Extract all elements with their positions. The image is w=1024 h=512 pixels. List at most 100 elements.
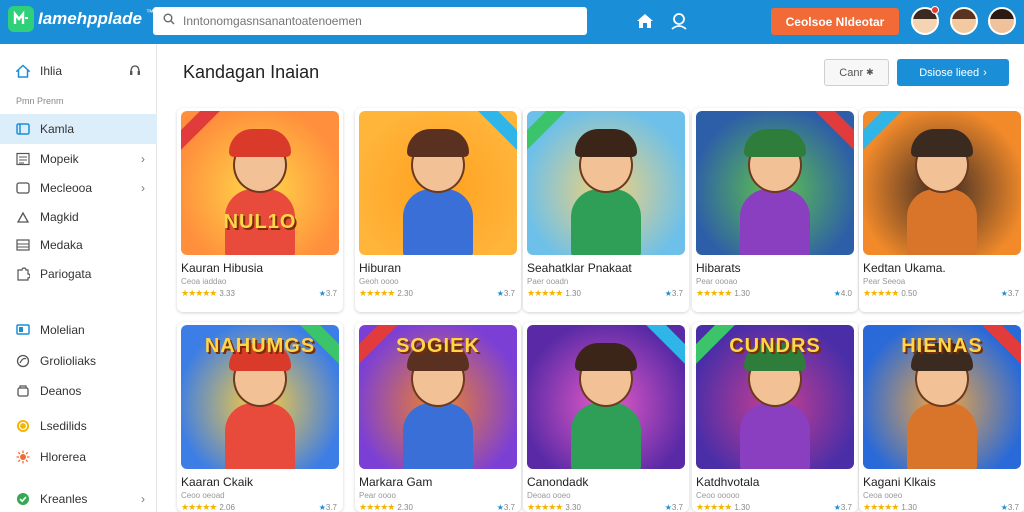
game-art-title: HIENAS: [901, 335, 983, 357]
game-thumbnail[interactable]: [696, 111, 854, 255]
rating-right: ★3.7: [497, 503, 515, 512]
headset-icon[interactable]: [129, 64, 141, 79]
chevron-right-icon: ›: [141, 181, 145, 195]
rating-value: 2.30: [397, 289, 413, 298]
sidebar-item-2[interactable]: Mecleooa ›: [0, 173, 157, 203]
sidebar-item-0[interactable]: Kamla: [0, 114, 157, 144]
rating-left: ★★★★★ 3.30: [527, 502, 581, 512]
game-card[interactable]: CUNDRS Katdhvotala Ceoo ooooo ★★★★★ 1.30 ★3.7: [692, 322, 858, 512]
star-icon: ★: [1000, 503, 1008, 512]
star-icon: ★: [496, 289, 504, 298]
game-card[interactable]: Canondadk Deoao ooeo ★★★★★ 3.30 ★3.7: [523, 322, 689, 512]
home-icon[interactable]: [634, 10, 656, 32]
rating-left: ★★★★★ 2.30: [359, 288, 413, 299]
sidebar-item-6[interactable]: Molelian: [0, 315, 157, 345]
character-figure: [225, 403, 295, 469]
sidebar-item-8[interactable]: Deanos: [0, 376, 157, 406]
game-thumbnail[interactable]: NUL1O: [181, 111, 339, 255]
cta-button[interactable]: Ceolsoe Nldeotar: [771, 8, 899, 35]
game-title: Canondadk: [527, 475, 589, 489]
sidebar-item-label: Molelian: [40, 323, 85, 337]
game-card[interactable]: Hibarats Pear oooao ★★★★★ 1.30 ★4.0: [692, 108, 858, 312]
rating-value: 3.33: [219, 289, 235, 298]
game-thumbnail[interactable]: HIENAS: [863, 325, 1021, 469]
sidebar-item-home[interactable]: Ihlia: [0, 56, 157, 86]
search-box[interactable]: [153, 7, 587, 35]
game-art-title: NAHUMGS: [204, 335, 316, 357]
rating-score: 3.7: [503, 289, 515, 298]
search-input[interactable]: [183, 14, 563, 28]
page-title: Kandagan Inaian: [183, 62, 320, 82]
game-title: Markara Gam: [359, 475, 433, 489]
star-rating-icon: ★★★★★: [696, 502, 732, 512]
rating-value: 3.30: [565, 503, 581, 512]
game-card[interactable]: Seahatklar Pnakaat Paer ooadn ★★★★★ 1.30 ★3.…: [523, 108, 689, 312]
sidebar-item-1[interactable]: Mopeik ›: [0, 144, 157, 174]
secondary-button-label: Canr: [839, 66, 864, 79]
star-rating-icon: ★★★★★: [181, 288, 217, 298]
game-thumbnail[interactable]: SOGIEK: [359, 325, 517, 469]
avatar[interactable]: [988, 7, 1016, 35]
secondary-button[interactable]: Canr ✱: [824, 59, 889, 86]
rating-left: ★★★★★ 3.33: [181, 288, 235, 299]
game-card[interactable]: SOGIEK Markara Gam Pear oooo ★★★★★ 2.30 ★3.7: [355, 322, 521, 512]
rating-left: ★★★★★ 1.30: [696, 288, 750, 299]
game-thumbnail[interactable]: NAHUMGS: [181, 325, 339, 469]
sidebar: Ihlia Pmn Prenm Kamla Mopeik › Mecleooa …: [0, 44, 157, 512]
logo-mark-icon: [8, 6, 34, 32]
game-card[interactable]: Kedtan Ukama. Pear Seeoa ★★★★★ 0.50 ★3.7: [859, 108, 1024, 312]
app-name: Iamehpplade: [38, 9, 142, 28]
game-subtitle: Pear oooo: [359, 491, 396, 500]
game-title: Katdhvotala: [696, 475, 760, 489]
sidebar-item-10[interactable]: Hlorerea: [0, 442, 157, 472]
game-rating-row: ★★★★★ 3.30 ★3.7: [527, 502, 683, 512]
sidebar-item-11[interactable]: Kreanles ›: [0, 484, 157, 512]
game-card[interactable]: Hiburan Geoh oooo ★★★★★ 2.30 ★3.7: [355, 108, 521, 312]
primary-button[interactable]: Dsiose lieed ›: [897, 59, 1009, 86]
game-subtitle: Ceoa ooeo: [863, 491, 903, 500]
rating-score: 4.0: [840, 289, 852, 298]
game-thumbnail[interactable]: [359, 111, 517, 255]
box-icon: [16, 384, 30, 398]
chevron-right-icon: ›: [141, 492, 145, 506]
game-card[interactable]: NAHUMGS Kaaran Ckaik Ceoo oeoad ★★★★★ 2.06 ★3…: [177, 322, 343, 512]
rating-left: ★★★★★ 2.06: [181, 502, 235, 512]
game-thumbnail[interactable]: [527, 325, 685, 469]
chevron-right-icon: ›: [983, 66, 987, 79]
leaf-icon: [16, 354, 30, 368]
character-figure: [571, 403, 641, 469]
star-rating-icon: ★★★★★: [359, 288, 395, 298]
character-hair: [744, 129, 806, 157]
rating-value: 2.30: [397, 503, 413, 512]
game-card[interactable]: HIENAS Kagani Klkais Ceoa ooeo ★★★★★ 1.30 ★3.…: [859, 322, 1024, 512]
app-logo[interactable]: Iamehpplade ™: [8, 6, 154, 32]
sun-icon: [16, 450, 30, 464]
sidebar-item-4[interactable]: Medaka: [0, 230, 157, 260]
profile-icon[interactable]: [668, 10, 690, 32]
game-thumbnail[interactable]: [863, 111, 1021, 255]
corner-ribbon: [813, 111, 854, 153]
sidebar-item-9[interactable]: Lsedilids: [0, 411, 157, 441]
star-rating-icon: ★★★★★: [696, 288, 732, 298]
game-rating-row: ★★★★★ 2.30 ★3.7: [359, 502, 515, 512]
game-thumbnail[interactable]: [527, 111, 685, 255]
game-subtitle: Pear Seeoa: [863, 277, 906, 286]
chevron-right-icon: ›: [141, 152, 145, 166]
sidebar-item-5[interactable]: Pariogata: [0, 259, 157, 289]
game-thumbnail[interactable]: CUNDRS: [696, 325, 854, 469]
star-rating-icon: ★★★★★: [863, 288, 899, 298]
sidebar-item-7[interactable]: Grolioliaks: [0, 346, 157, 376]
avatar[interactable]: [950, 7, 978, 35]
sidebar-item-3[interactable]: Magkid: [0, 202, 157, 232]
character-figure: [571, 189, 641, 255]
rating-value: 2.06: [219, 503, 235, 512]
star-icon: ★: [1000, 289, 1008, 298]
game-title: Hibarats: [696, 261, 741, 275]
sidebar-item-label: Kamla: [40, 122, 75, 136]
rating-score: 3.7: [671, 289, 683, 298]
game-card[interactable]: NUL1O Kauran Hibusia Ceoa iaddao ★★★★★ 3.33 ★…: [177, 108, 343, 312]
sidebar-item-label: Ihlia: [40, 64, 63, 78]
character-figure: [740, 403, 810, 469]
primary-button-label: Dsiose lieed: [919, 66, 980, 79]
game-title: Kaaran Ckaik: [181, 475, 254, 489]
